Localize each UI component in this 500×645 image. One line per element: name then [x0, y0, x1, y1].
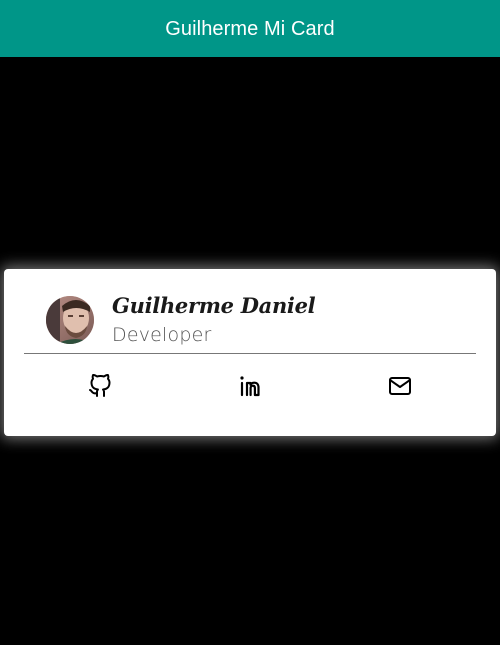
app-bar: Guilherme Mi Card	[0, 0, 500, 57]
linkedin-button[interactable]	[233, 369, 267, 403]
divider	[24, 353, 476, 354]
github-icon	[89, 374, 111, 397]
profile-role: Developer	[112, 324, 212, 346]
github-button[interactable]	[83, 369, 117, 403]
avatar	[46, 296, 94, 344]
profile-card: Guilherme Daniel Developer	[4, 269, 496, 436]
linkedin-icon	[240, 376, 260, 397]
app-title: Guilherme Mi Card	[165, 17, 335, 40]
social-links	[24, 369, 476, 403]
email-icon	[389, 377, 411, 395]
profile-name: Guilherme Daniel	[112, 293, 316, 318]
email-button[interactable]	[383, 369, 417, 403]
avatar-photo	[46, 296, 94, 344]
